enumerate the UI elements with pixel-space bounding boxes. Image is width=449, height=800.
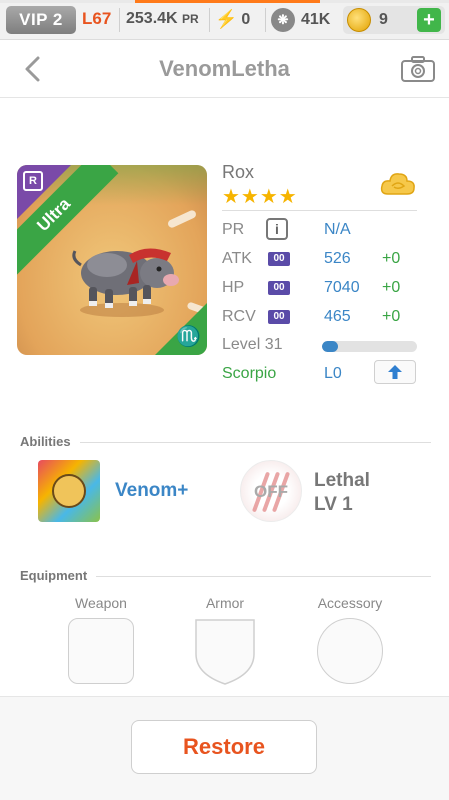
stat-tag: 00: [268, 252, 290, 266]
resource-bar: VIP 2 L67 253.4K PR ⚡ 0 ❋ 41K 9 +: [0, 0, 449, 40]
divider: [119, 8, 120, 32]
stat-bonus: +0: [382, 308, 401, 325]
stat-label: ATK: [222, 250, 252, 267]
equipment-heading: Equipment: [20, 568, 88, 583]
power-rating-value: 253.4K: [126, 10, 178, 27]
energy-value: 0: [241, 10, 251, 28]
paw-icon: ❋: [271, 8, 295, 32]
player-level: L67: [82, 9, 112, 28]
divider: [222, 210, 417, 211]
level-row: Level 31: [222, 333, 422, 357]
arrow-up-icon: [388, 365, 402, 379]
level-label: Level 31: [222, 336, 283, 353]
stat-bonus: +0: [382, 279, 401, 296]
stat-row-pr: PR i N/A: [222, 218, 422, 242]
accessory-slot-label: Accessory: [317, 595, 383, 611]
energy-counter[interactable]: ⚡ 0: [215, 9, 250, 30]
stat-value: 7040: [324, 279, 360, 296]
lightning-icon: ⚡: [215, 9, 238, 29]
divider: [265, 8, 266, 32]
armor-slot[interactable]: [192, 618, 258, 686]
star-rating: ★★★★: [222, 186, 298, 208]
ability-state: OFF: [254, 482, 288, 501]
lethal-ability-icon[interactable]: OFF: [240, 460, 302, 522]
stat-row-rcv: RCV 00 465 +0: [222, 305, 422, 329]
pet-portrait[interactable]: Ultra R ♏: [17, 165, 207, 355]
coin-counter[interactable]: 9 +: [343, 6, 445, 34]
stat-value: 526: [324, 250, 351, 267]
scorpio-sign-icon: ♏: [176, 326, 201, 348]
abilities-heading: Abilities: [20, 434, 71, 449]
stat-row-hp: HP 00 7040 +0: [222, 276, 422, 300]
xp-strip: [0, 0, 449, 3]
stat-label: RCV: [222, 308, 256, 325]
vip-badge[interactable]: VIP 2: [6, 6, 76, 34]
upgrade-sign-button[interactable]: [374, 360, 416, 384]
add-coins-button[interactable]: +: [417, 8, 441, 32]
ability-level: LV 1: [314, 494, 353, 515]
stat-label: PR: [222, 221, 245, 238]
page-header: VenomLetha: [0, 40, 449, 98]
ability-name-secondary: Lethal: [314, 470, 370, 491]
sign-level: L0: [324, 365, 342, 382]
stat-label: HP: [222, 279, 245, 296]
armor-slot-label: Armor: [205, 595, 245, 611]
restore-button[interactable]: Restore: [131, 720, 317, 774]
stat-value: N/A: [324, 221, 351, 238]
rarity-icon: R: [23, 171, 43, 191]
divider: [209, 8, 210, 32]
info-button[interactable]: i: [266, 218, 288, 240]
stat-tag: 00: [268, 310, 290, 324]
coin-icon: [347, 8, 371, 32]
sign-label: Scorpio: [222, 365, 277, 382]
paw-counter[interactable]: ❋ 41K: [271, 8, 330, 32]
accessory-slot[interactable]: [317, 618, 383, 684]
sign-row: Scorpio L0: [222, 360, 422, 386]
stat-tag: 00: [268, 281, 290, 295]
pet-name: Rox: [222, 162, 255, 182]
camera-icon[interactable]: [400, 55, 436, 83]
stat-bonus: +0: [382, 250, 401, 267]
level-progress-bar: [322, 341, 417, 352]
divider: [96, 576, 431, 577]
stat-value: 465: [324, 308, 351, 325]
weapon-slot[interactable]: [68, 618, 134, 684]
divider: [80, 442, 431, 443]
venom-ability-icon[interactable]: [38, 460, 100, 522]
cloud-element-icon[interactable]: [380, 170, 416, 198]
coin-value: 9: [379, 11, 388, 28]
stat-row-atk: ATK 00 526 +0: [222, 247, 422, 271]
power-rating: 253.4K PR: [126, 10, 199, 28]
ability-name-primary[interactable]: Venom+: [115, 480, 188, 502]
paw-value: 41K: [301, 11, 331, 28]
weapon-slot-label: Weapon: [75, 595, 127, 611]
page-title: VenomLetha: [159, 56, 290, 81]
power-rating-unit: PR: [182, 12, 199, 26]
